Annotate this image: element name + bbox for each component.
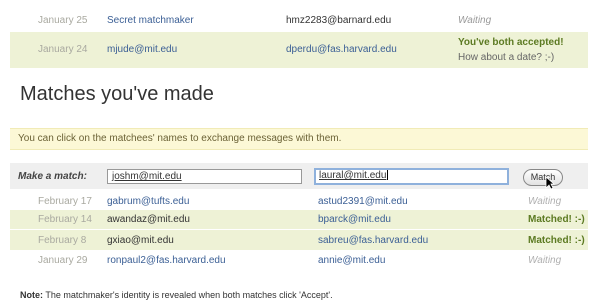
match-first: awandaz@mit.edu bbox=[107, 214, 190, 225]
request-row: January 25 Secret matchmaker hmz2283@bar… bbox=[10, 10, 588, 32]
request-to: hmz2283@barnard.edu bbox=[286, 15, 392, 26]
match-date: February 17 bbox=[38, 196, 92, 207]
match-date: January 29 bbox=[38, 255, 88, 266]
second-match-input[interactable]: laural@mit.edu bbox=[314, 168, 509, 185]
match-button[interactable]: Match bbox=[523, 169, 563, 186]
make-match-label: Make a match: bbox=[18, 171, 87, 182]
match-first-link[interactable]: ronpaul2@fas.harvard.edu bbox=[107, 255, 226, 266]
match-second-link[interactable]: astud2391@mit.edu bbox=[318, 196, 408, 207]
match-date: February 8 bbox=[38, 235, 87, 246]
match-status: Waiting bbox=[528, 196, 562, 207]
request-date: January 25 bbox=[38, 15, 88, 26]
match-second-link[interactable]: bparck@mit.edu bbox=[318, 214, 391, 225]
footnote: Note: The matchmaker's identity is revea… bbox=[20, 290, 333, 300]
match-status: Waiting bbox=[528, 255, 562, 266]
footnote-label: Note: bbox=[20, 290, 43, 300]
text-caret bbox=[387, 170, 389, 181]
request-row: January 24 mjude@mit.edu dperdu@fas.harv… bbox=[10, 32, 588, 68]
match-first: gxiao@mit.edu bbox=[107, 235, 174, 246]
page-title: Matches you've made bbox=[20, 83, 214, 105]
footnote-text: The matchmaker's identity is revealed wh… bbox=[43, 290, 333, 300]
second-match-value: laural@mit.edu bbox=[319, 170, 387, 181]
match-row: February 17 gabrum@tufts.edu astud2391@m… bbox=[10, 193, 588, 210]
request-status: Waiting bbox=[458, 15, 492, 26]
match-row: February 8 gxiao@mit.edu sabreu@fas.harv… bbox=[10, 230, 588, 250]
request-from-link[interactable]: mjude@mit.edu bbox=[107, 44, 177, 55]
request-status-note: How about a date? ;-) bbox=[458, 52, 555, 63]
match-status: Matched! :-) bbox=[528, 235, 585, 246]
match-first-link[interactable]: gabrum@tufts.edu bbox=[107, 196, 189, 207]
match-second-link[interactable]: annie@mit.edu bbox=[318, 255, 385, 266]
match-status: Matched! :-) bbox=[528, 214, 585, 225]
info-banner: You can click on the matchees' names to … bbox=[10, 128, 588, 150]
request-from-link[interactable]: Secret matchmaker bbox=[107, 15, 194, 26]
request-to-link[interactable]: dperdu@fas.harvard.edu bbox=[286, 44, 397, 55]
first-match-input[interactable]: joshm@mit.edu bbox=[107, 169, 302, 184]
first-match-value: joshm@mit.edu bbox=[112, 171, 182, 182]
mouse-pointer-icon bbox=[545, 176, 555, 190]
match-row: January 29 ronpaul2@fas.harvard.edu anni… bbox=[10, 251, 588, 269]
request-date: January 24 bbox=[38, 44, 88, 55]
match-second-link[interactable]: sabreu@fas.harvard.edu bbox=[318, 235, 428, 246]
match-date: February 14 bbox=[38, 214, 92, 225]
match-row: February 14 awandaz@mit.edu bparck@mit.e… bbox=[10, 210, 588, 229]
info-text: You can click on the matchees' names to … bbox=[18, 133, 342, 144]
request-status: You've both accepted! bbox=[458, 37, 564, 48]
